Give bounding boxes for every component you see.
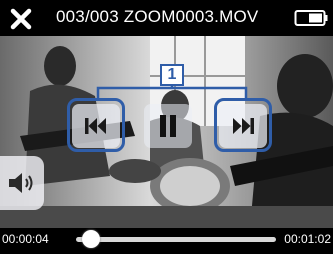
pause-icon [160, 115, 176, 137]
current-time: 00:00:04 [2, 232, 49, 246]
skip-next-highlight [214, 98, 272, 152]
callout-label: 1 [160, 64, 184, 86]
file-title: 003/003 ZOOM0003.MOV [56, 7, 259, 26]
pause-button[interactable] [144, 104, 192, 148]
seek-bar[interactable] [76, 237, 276, 242]
skip-previous-highlight [67, 98, 125, 152]
seek-knob[interactable] [82, 230, 100, 248]
battery-icon [294, 10, 328, 26]
volume-button[interactable] [0, 156, 44, 210]
total-time: 00:01:02 [284, 232, 331, 246]
video-player-screen: 003/003 ZOOM0003.MOV 1 00:00:04 00:01:02 [0, 0, 333, 254]
close-button[interactable] [8, 6, 34, 32]
volume-icon [9, 173, 33, 193]
close-icon [10, 8, 32, 30]
